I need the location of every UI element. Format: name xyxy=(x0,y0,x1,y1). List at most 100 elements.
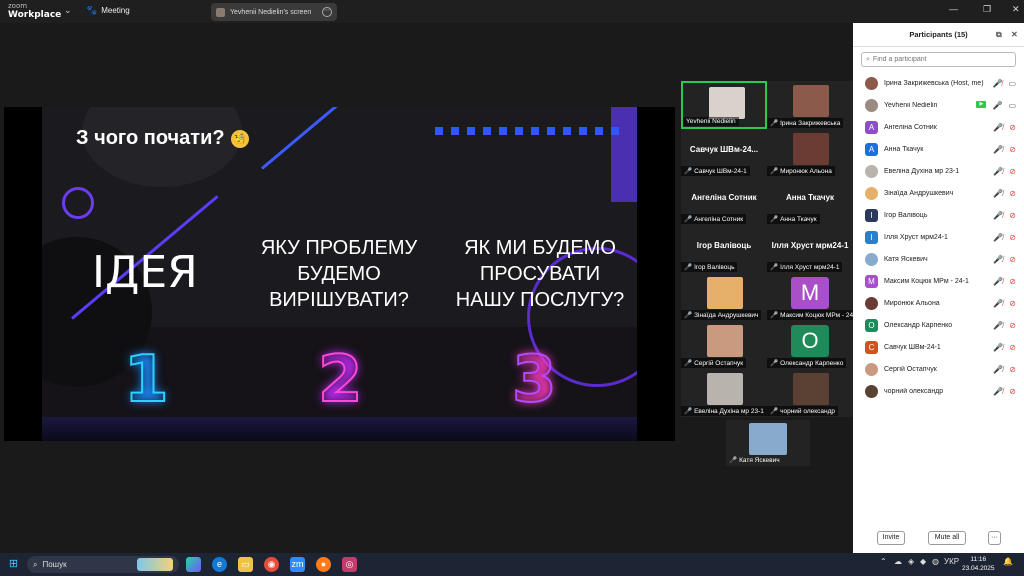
mic-muted-icon[interactable]: 🎤̸ xyxy=(993,123,1003,132)
tray-app-icon[interactable]: ☁ xyxy=(894,557,902,566)
tile-name-label: 🎤 чорний олександр xyxy=(767,406,839,416)
zoom-workplace-logo[interactable]: zoom Workplace xyxy=(8,2,68,20)
video-tile[interactable]: Анна Ткачук 🎤 Анна Ткачук xyxy=(767,177,853,225)
participant-video xyxy=(793,133,829,165)
video-off-icon[interactable]: ⊘ xyxy=(1009,211,1016,220)
minimize-icon[interactable]: — xyxy=(949,4,958,14)
mic-muted-icon[interactable]: 🎤̸ xyxy=(992,79,1002,88)
tile-name-label: Yevhenii Nedielin xyxy=(683,117,739,126)
zoom-taskbar-icon[interactable]: zm xyxy=(290,557,305,572)
mic-muted-icon[interactable]: 🎤̸ xyxy=(993,299,1003,308)
participant-row[interactable]: Катя Яскевич 🎤̸ ⊘ xyxy=(853,248,1024,270)
video-off-icon[interactable]: ⊘ xyxy=(1009,387,1016,396)
mic-muted-icon[interactable]: 🎤̸ xyxy=(993,211,1003,220)
participant-avatar xyxy=(865,186,878,200)
video-tile[interactable]: Савчук ШВм-24... 🎤 Савчук ШВм-24-1 xyxy=(681,129,767,177)
video-off-icon[interactable]: ⊘ xyxy=(1009,343,1016,352)
video-tile[interactable]: O 🎤 Олександр Карпенко xyxy=(767,321,853,369)
participant-row[interactable]: I Ілля Хруст мрм24-1 🎤̸ ⊘ xyxy=(853,226,1024,248)
windows-start-icon[interactable]: ⊞ xyxy=(6,557,21,572)
mic-muted-icon[interactable]: 🎤̸ xyxy=(993,387,1003,396)
mic-muted-icon[interactable]: 🎤̸ xyxy=(993,365,1003,374)
video-icon[interactable]: ▭ xyxy=(1008,79,1016,88)
pop-out-icon[interactable]: ⧉ xyxy=(996,30,1002,40)
participant-row[interactable]: Ірина Закрижевська (Host, me) 🎤̸ ▭ xyxy=(853,72,1024,94)
mute-all-button[interactable]: Mute all xyxy=(928,531,966,545)
video-off-icon[interactable]: ⊘ xyxy=(1009,255,1016,264)
video-off-icon[interactable]: ⊘ xyxy=(1009,321,1016,330)
file-explorer-icon[interactable]: ▭ xyxy=(238,557,253,572)
participant-row[interactable]: A Ангеліна Сотник 🎤̸ ⊘ xyxy=(853,116,1024,138)
video-tile[interactable]: 🎤 Миронюк Альона xyxy=(767,129,853,177)
participant-row[interactable]: Yevhenii Nedielin ▶ 🎤 ▭ xyxy=(853,94,1024,116)
participant-row[interactable]: Евеліна Духіна мр 23-1 🎤̸ ⊘ xyxy=(853,160,1024,182)
video-tile[interactable]: M 🎤 Максим Коцюк МРм - 24-1 xyxy=(767,273,853,321)
chrome-icon[interactable]: ◉ xyxy=(264,557,279,572)
tray-app-icon[interactable]: ◍ xyxy=(932,557,939,566)
chevron-down-icon[interactable]: ⌄ xyxy=(64,5,72,16)
meeting-menu[interactable]: 🐾 Meeting xyxy=(86,5,130,16)
screen-share-icon: ▶ xyxy=(976,100,987,108)
participants-title: Participants (15) xyxy=(909,30,968,39)
video-off-icon[interactable]: ⊘ xyxy=(1009,189,1016,198)
participant-row[interactable]: Сергій Остапчук 🎤̸ ⊘ xyxy=(853,358,1024,380)
video-off-icon[interactable]: ⊘ xyxy=(1009,277,1016,286)
video-tile[interactable]: 🎤 чорний олександр xyxy=(767,369,853,417)
participant-row[interactable]: Зінаїда Андрушкевич 🎤̸ ⊘ xyxy=(853,182,1024,204)
mic-muted-icon[interactable]: 🎤̸ xyxy=(993,277,1003,286)
video-tile[interactable]: Yevhenii Nedielin xyxy=(681,81,767,129)
tray-app-icon[interactable]: ◆ xyxy=(920,557,926,566)
participants-panel: Participants (15) ⧉ ✕ ⌕ Ірина Закрижевсь… xyxy=(853,23,1024,553)
app-taskbar-icon[interactable]: ◎ xyxy=(342,557,357,572)
video-off-icon[interactable]: ⊘ xyxy=(1009,123,1016,132)
language-indicator[interactable]: УКР xyxy=(944,557,959,566)
copilot-icon[interactable] xyxy=(186,557,201,572)
video-icon[interactable]: ▭ xyxy=(1008,101,1016,110)
mic-muted-icon[interactable]: 🎤̸ xyxy=(993,167,1003,176)
video-off-icon[interactable]: ⊘ xyxy=(1009,233,1016,242)
mic-muted-icon[interactable]: 🎤̸ xyxy=(993,255,1003,264)
video-tile-self[interactable]: 🎤 Катя Яскевич xyxy=(726,420,810,466)
video-tile[interactable]: 🎤 Зінаїда Андрушкевич xyxy=(681,273,767,321)
video-tile[interactable]: Ігор Валівоць 🎤 Ігор Валівоць xyxy=(681,225,767,273)
mic-icon[interactable]: 🎤 xyxy=(992,101,1002,110)
invite-button[interactable]: Invite xyxy=(877,531,905,545)
more-button[interactable]: ··· xyxy=(988,531,1001,545)
mic-muted-icon[interactable]: 🎤̸ xyxy=(993,343,1003,352)
mic-muted-icon[interactable]: 🎤̸ xyxy=(993,321,1003,330)
more-options-icon[interactable]: ⋯ xyxy=(322,7,332,17)
mic-muted-icon[interactable]: 🎤̸ xyxy=(993,233,1003,242)
taskbar-clock[interactable]: 11:16 23.04.2025 xyxy=(962,555,995,573)
video-off-icon[interactable]: ⊘ xyxy=(1009,167,1016,176)
participant-status-icons: 🎤̸ ⊘ xyxy=(993,123,1016,132)
participant-search-input[interactable] xyxy=(872,56,1011,63)
video-off-icon[interactable]: ⊘ xyxy=(1009,365,1016,374)
video-tile[interactable]: 🎤 Евеліна Духіна мр 23-1 xyxy=(681,369,767,417)
video-tile[interactable]: Ангеліна Сотник 🎤 Ангеліна Сотник xyxy=(681,177,767,225)
participant-row[interactable]: O Олександр Карпенко 🎤̸ ⊘ xyxy=(853,314,1024,336)
close-panel-icon[interactable]: ✕ xyxy=(1011,30,1018,39)
participant-row[interactable]: M Максим Коцюк МРм - 24-1 🎤̸ ⊘ xyxy=(853,270,1024,292)
taskbar-search[interactable]: ⌕ Пошук xyxy=(27,556,179,573)
participant-row[interactable]: A Анна Ткачук 🎤̸ ⊘ xyxy=(853,138,1024,160)
restore-icon[interactable]: ❐ xyxy=(983,4,991,15)
tray-chevron-icon[interactable]: ⌃ xyxy=(880,557,887,566)
participant-row[interactable]: I Ігор Валівоць 🎤̸ ⊘ xyxy=(853,204,1024,226)
notifications-icon[interactable]: 🔔 xyxy=(1003,557,1013,566)
participant-row[interactable]: Миронюк Альона 🎤̸ ⊘ xyxy=(853,292,1024,314)
tray-app-icon[interactable]: ◈ xyxy=(908,557,914,566)
video-off-icon[interactable]: ⊘ xyxy=(1009,145,1016,154)
edge-icon[interactable]: e xyxy=(212,557,227,572)
video-off-icon[interactable]: ⊘ xyxy=(1009,299,1016,308)
screen-share-indicator[interactable]: Yevhenii Nedielin's screen ⋯ xyxy=(211,3,337,21)
participant-row[interactable]: C Савчук ШВм-24-1 🎤̸ ⊘ xyxy=(853,336,1024,358)
video-tile[interactable]: Ілля Хруст мрм24-1 🎤 Ілля Хруст мрм24-1 xyxy=(767,225,853,273)
mic-muted-icon[interactable]: 🎤̸ xyxy=(993,189,1003,198)
video-tile[interactable]: 🎤 Ірина Закрижевська xyxy=(767,81,853,129)
close-window-icon[interactable]: ✕ xyxy=(1012,4,1020,15)
firefox-icon[interactable]: ● xyxy=(316,557,331,572)
participant-row[interactable]: чорний олександр 🎤̸ ⊘ xyxy=(853,380,1024,402)
mic-muted-icon[interactable]: 🎤̸ xyxy=(993,145,1003,154)
participant-video xyxy=(707,277,743,309)
video-tile[interactable]: 🎤 Сергій Остапчук xyxy=(681,321,767,369)
